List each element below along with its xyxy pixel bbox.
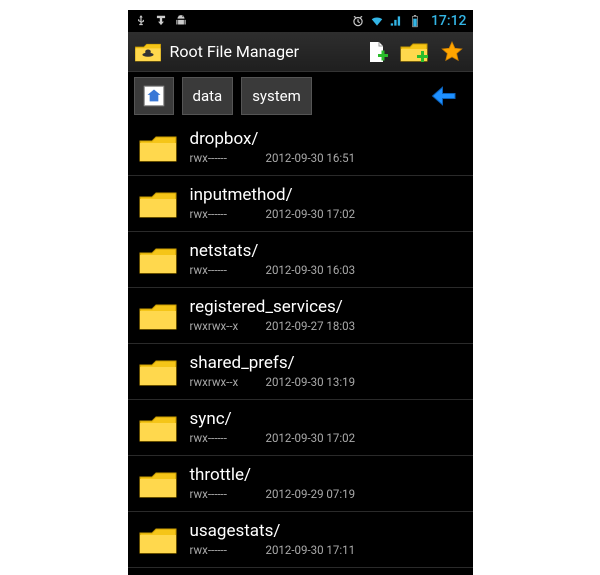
status-bar: 17:12 <box>128 10 473 32</box>
file-permissions: rwx------ <box>190 208 252 222</box>
file-row[interactable]: shared_prefs/ rwxrwx--x 2012-09-30 13:19 <box>128 344 473 400</box>
folder-icon <box>138 411 178 445</box>
breadcrumb-bar: data system <box>128 72 473 120</box>
file-permissions: rwx------ <box>190 152 252 166</box>
file-row[interactable]: registered_services/ rwxrwx--x 2012-09-27… <box>128 288 473 344</box>
file-name: throttle/ <box>190 465 356 485</box>
alarm-icon <box>351 14 365 28</box>
breadcrumb-label: data <box>193 87 223 105</box>
folder-icon <box>138 467 178 501</box>
file-row[interactable]: throttle/ rwx------ 2012-09-29 07:19 <box>128 456 473 512</box>
new-folder-button[interactable] <box>399 37 429 67</box>
file-date: 2012-09-30 16:51 <box>266 152 356 166</box>
signal-icon <box>389 14 403 28</box>
breadcrumb-item[interactable]: data <box>182 77 234 115</box>
wifi-icon <box>370 14 384 28</box>
file-row[interactable]: sync/ rwx------ 2012-09-30 17:02 <box>128 400 473 456</box>
phone-screen: 17:12 Root File Manager <box>128 10 473 575</box>
file-permissions: rwx------ <box>190 432 252 446</box>
usb-icon <box>134 14 148 28</box>
folder-icon <box>138 355 178 389</box>
file-name: registered_services/ <box>190 297 356 317</box>
folder-icon <box>138 299 178 333</box>
folder-icon <box>138 523 178 557</box>
home-button[interactable] <box>134 77 174 115</box>
battery-icon <box>408 14 422 28</box>
file-row[interactable]: netstats/ rwx------ 2012-09-30 16:03 <box>128 232 473 288</box>
folder-icon <box>138 131 178 165</box>
app-title: Root File Manager <box>170 42 353 61</box>
file-name: inputmethod/ <box>190 185 356 205</box>
file-name: netstats/ <box>190 241 356 261</box>
app-icon <box>134 40 162 64</box>
new-file-button[interactable] <box>361 37 391 67</box>
favorites-button[interactable] <box>437 37 467 67</box>
title-bar: Root File Manager <box>128 32 473 72</box>
file-permissions: rwxrwx--x <box>190 376 252 390</box>
file-date: 2012-09-30 16:03 <box>266 264 356 278</box>
folder-icon <box>138 187 178 221</box>
file-name: shared_prefs/ <box>190 353 356 373</box>
file-permissions: rwxrwx--x <box>190 320 252 334</box>
file-date: 2012-09-30 17:02 <box>266 432 356 446</box>
file-date: 2012-09-30 13:19 <box>266 376 356 390</box>
back-button[interactable] <box>427 78 463 114</box>
file-list: dropbox/ rwx------ 2012-09-30 16:51 input… <box>128 120 473 568</box>
file-permissions: rwx------ <box>190 544 252 558</box>
file-permissions: rwx------ <box>190 488 252 502</box>
file-name: sync/ <box>190 409 356 429</box>
breadcrumb-label: system <box>252 87 301 105</box>
file-permissions: rwx------ <box>190 264 252 278</box>
file-date: 2012-09-29 07:19 <box>266 488 356 502</box>
file-row[interactable]: inputmethod/ rwx------ 2012-09-30 17:02 <box>128 176 473 232</box>
breadcrumb-item[interactable]: system <box>241 77 312 115</box>
file-date: 2012-09-30 17:11 <box>266 544 356 558</box>
file-date: 2012-09-27 18:03 <box>266 320 356 334</box>
file-row[interactable]: usagestats/ rwx------ 2012-09-30 17:11 <box>128 512 473 568</box>
download-icon <box>154 14 168 28</box>
status-clock: 17:12 <box>431 13 467 29</box>
file-row[interactable]: dropbox/ rwx------ 2012-09-30 16:51 <box>128 120 473 176</box>
file-date: 2012-09-30 17:02 <box>266 208 356 222</box>
file-name: dropbox/ <box>190 129 356 149</box>
file-name: usagestats/ <box>190 521 356 541</box>
android-icon <box>174 14 188 28</box>
folder-icon <box>138 243 178 277</box>
